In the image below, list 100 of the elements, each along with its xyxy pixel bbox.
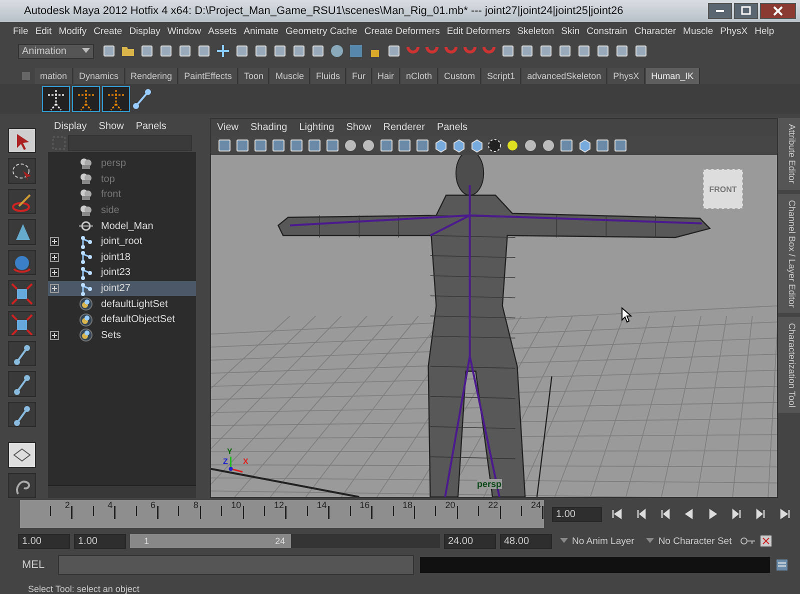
- menu-item[interactable]: Help: [754, 26, 774, 36]
- menu-item[interactable]: Display: [129, 26, 160, 36]
- menu-item[interactable]: Geometry Cache: [286, 26, 358, 36]
- menu-item[interactable]: Lighting: [299, 122, 334, 132]
- shelf-tab[interactable]: Toon: [238, 68, 270, 84]
- menu-item[interactable]: Panels: [436, 122, 468, 132]
- shelf-tab[interactable]: Script1: [482, 68, 522, 84]
- skeleton-figure-icon[interactable]: [72, 86, 100, 112]
- expand-icon[interactable]: [50, 330, 59, 340]
- filter-field[interactable]: [68, 135, 192, 151]
- range-end-field[interactable]: 24.00: [444, 534, 496, 548]
- horizontal-scrollbar[interactable]: [48, 485, 196, 498]
- lasso-icon[interactable]: [8, 158, 36, 184]
- frame-number: 4: [108, 500, 113, 510]
- menu-item[interactable]: File: [13, 26, 28, 36]
- cube-icon[interactable]: [433, 138, 448, 152]
- playback-icon: [683, 508, 695, 520]
- character-mesh-drawing[interactable]: [277, 155, 711, 497]
- menu-item[interactable]: Muscle: [683, 26, 714, 36]
- skeleton-figure-icon[interactable]: [42, 86, 70, 112]
- side-tab[interactable]: Channel Box / Layer Editor: [778, 194, 800, 314]
- command-input-field[interactable]: [58, 555, 414, 575]
- shelf-tab[interactable]: PaintEffects: [179, 68, 238, 84]
- expand-icon[interactable]: [50, 268, 59, 278]
- cone-icon[interactable]: [8, 219, 36, 245]
- maximize-button[interactable]: [734, 3, 758, 19]
- minimize-button[interactable]: [708, 3, 732, 19]
- menu-item[interactable]: Shading: [250, 122, 288, 132]
- side-tab[interactable]: Attribute Editor: [778, 118, 800, 190]
- cube-icon[interactable]: [577, 138, 592, 152]
- outliner-item[interactable]: defaultObjectSet: [48, 312, 196, 328]
- brush-icon[interactable]: [8, 188, 36, 214]
- shelf-tab[interactable]: mation: [35, 68, 74, 84]
- menu-item[interactable]: Constrain: [586, 26, 628, 36]
- outliner-item[interactable]: joint_root: [48, 234, 196, 250]
- outliner-item[interactable]: Model_Man: [48, 218, 196, 234]
- start-time-field[interactable]: 1.00: [18, 534, 70, 548]
- shelf-tab[interactable]: Custom: [439, 68, 482, 84]
- menu-item[interactable]: Display: [54, 120, 87, 132]
- sphere-icon[interactable]: [343, 138, 358, 152]
- shelf-tab[interactable]: advancedSkeleton: [522, 68, 608, 84]
- menu-item[interactable]: View: [217, 122, 238, 132]
- shelf-tab[interactable]: Human_IK: [646, 68, 700, 84]
- menu-set-dropdown[interactable]: Animation: [18, 44, 94, 58]
- cube-icon[interactable]: [8, 310, 36, 336]
- menu-item[interactable]: Panels: [136, 120, 166, 132]
- menu-item[interactable]: PhysX: [720, 26, 748, 36]
- current-frame-field[interactable]: 1.00: [552, 506, 602, 522]
- menu-item[interactable]: Show: [346, 122, 372, 132]
- menu-item[interactable]: Renderer: [383, 122, 425, 132]
- shelf-tab[interactable]: Muscle: [270, 68, 310, 84]
- menu-item[interactable]: Animate: [244, 26, 279, 36]
- menu-item[interactable]: Edit: [35, 26, 52, 36]
- sphere-icon[interactable]: [523, 138, 538, 152]
- layout-icon[interactable]: [8, 442, 36, 468]
- shelf-tab[interactable]: Hair: [372, 68, 400, 84]
- outliner-item[interactable]: joint18: [48, 250, 196, 266]
- menu-item[interactable]: Show: [98, 120, 124, 132]
- menu-item[interactable]: Edit Deformers: [446, 26, 510, 36]
- range-start-field[interactable]: 1.00: [74, 534, 126, 548]
- command-language-label[interactable]: MEL: [22, 559, 52, 571]
- sphere-icon[interactable]: [361, 138, 376, 152]
- skeleton-figure-icon[interactable]: [102, 86, 130, 112]
- shelf-tab[interactable]: Fluids: [310, 68, 346, 84]
- cube-icon[interactable]: [8, 280, 36, 306]
- checker-icon[interactable]: [487, 138, 502, 152]
- sphere-icon[interactable]: [541, 138, 556, 152]
- cube-icon[interactable]: [451, 138, 466, 152]
- menu-item[interactable]: Skeleton: [517, 26, 554, 36]
- key-icon[interactable]: [740, 536, 756, 546]
- cube-icon[interactable]: [469, 138, 484, 152]
- close-button[interactable]: [760, 3, 796, 19]
- menu-item[interactable]: Modify: [58, 26, 87, 36]
- expand-icon[interactable]: [50, 237, 59, 246]
- scroll-icon[interactable]: [8, 472, 36, 498]
- light-icon[interactable]: [505, 138, 520, 152]
- outliner-item[interactable]: joint23: [48, 265, 196, 281]
- preferences-icon[interactable]: [760, 535, 772, 547]
- menu-item[interactable]: Assets: [208, 26, 237, 36]
- menu-item[interactable]: Window: [167, 26, 202, 36]
- menu-item[interactable]: Character: [634, 26, 676, 36]
- shelf-tab[interactable]: nCloth: [401, 68, 438, 84]
- outliner-item[interactable]: joint27: [48, 280, 196, 296]
- outliner-item[interactable]: Sets: [48, 328, 196, 344]
- frame-ruler[interactable]: 2 4 6 8 10 12 14 16 18 20 22 24: [20, 500, 544, 528]
- plus-icon[interactable]: [215, 43, 231, 59]
- shelf-tab[interactable]: Fur: [347, 68, 372, 84]
- shelf-tab[interactable]: Rendering: [126, 68, 178, 84]
- sphere-icon[interactable]: [329, 43, 345, 59]
- side-tab[interactable]: Characterization Tool: [778, 317, 800, 414]
- shelf-tab[interactable]: Dynamics: [74, 68, 125, 84]
- menu-item[interactable]: Create: [94, 26, 122, 36]
- menu-item[interactable]: Create Deformers: [364, 26, 440, 36]
- expand-icon[interactable]: [50, 284, 59, 294]
- end-time-field[interactable]: 48.00: [500, 534, 552, 548]
- outliner-item[interactable]: defaultLightSet: [48, 296, 196, 312]
- script-editor-icon[interactable]: [776, 559, 788, 571]
- menu-item[interactable]: Skin: [561, 26, 580, 36]
- shelf-tab[interactable]: PhysX: [608, 68, 646, 84]
- expand-icon[interactable]: [50, 252, 59, 262]
